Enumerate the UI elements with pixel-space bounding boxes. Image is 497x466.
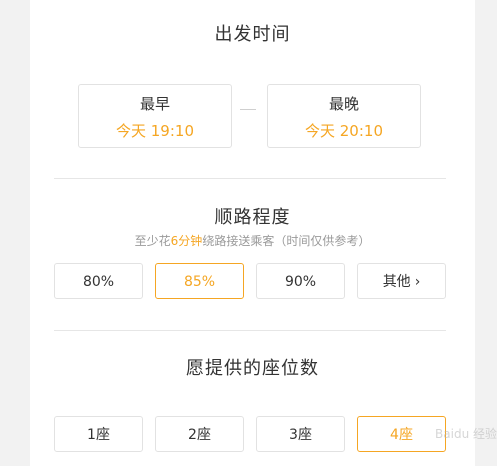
- seats-title: 愿提供的座位数: [186, 358, 319, 379]
- seat-option-label: 4座: [390, 427, 413, 443]
- carpool-settings-card: 出发时间 最早 今天 19:10 最晚 今天 20:10 顺路程度 至少花6分钟…: [30, 0, 475, 466]
- seat-option-3[interactable]: 3座: [256, 416, 345, 452]
- detour-option-90[interactable]: 90%: [256, 263, 345, 299]
- divider: [54, 330, 446, 331]
- latest-time-value: 今天 20:10: [305, 122, 383, 140]
- earliest-time-label: 最早: [139, 95, 170, 113]
- detour-hint: 至少花6分钟绕路接送乘客（时间仅供参考）: [30, 232, 475, 249]
- seat-option-label: 2座: [188, 427, 211, 443]
- detour-option-other[interactable]: 其他 ›: [357, 263, 446, 299]
- departure-time-title: 出发时间: [214, 24, 291, 45]
- time-range-dash: [240, 109, 256, 110]
- earliest-time-value: 今天 19:10: [116, 122, 194, 140]
- detour-option-label: 90%: [284, 274, 317, 290]
- seat-option-label: 3座: [289, 427, 312, 443]
- detour-option-label: 80%: [82, 274, 115, 290]
- chevron-right-icon: ›: [414, 274, 421, 290]
- seat-option-2[interactable]: 2座: [155, 416, 244, 452]
- divider: [54, 178, 446, 179]
- earliest-time-picker[interactable]: 最早 今天 19:10: [78, 84, 232, 148]
- detour-option-80[interactable]: 80%: [54, 263, 143, 299]
- detour-level-title: 顺路程度: [214, 207, 291, 228]
- detour-option-label: 其他: [382, 274, 411, 290]
- seat-option-4[interactable]: 4座: [357, 416, 446, 452]
- latest-time-label: 最晚: [328, 95, 359, 113]
- detour-hint-prefix: 至少花: [134, 234, 171, 248]
- seat-option-1[interactable]: 1座: [54, 416, 143, 452]
- detour-option-label: 85%: [183, 274, 216, 290]
- detour-option-85[interactable]: 85%: [155, 263, 244, 299]
- detour-hint-minutes: 6分钟: [170, 234, 203, 248]
- latest-time-picker[interactable]: 最晚 今天 20:10: [267, 84, 421, 148]
- detour-hint-suffix: 绕路接送乘客（时间仅供参考）: [202, 234, 371, 248]
- seat-option-label: 1座: [87, 427, 110, 443]
